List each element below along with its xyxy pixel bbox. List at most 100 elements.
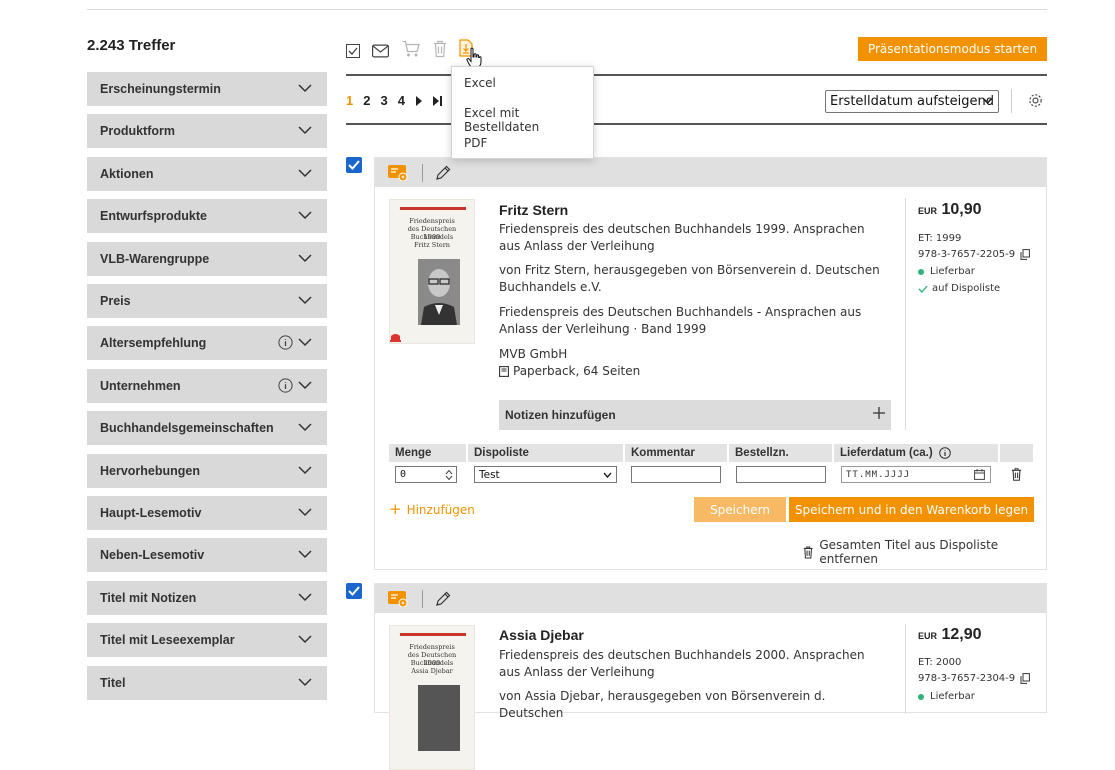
delivery-date-input[interactable]: TT.MM.JJJJ [841, 466, 991, 483]
product-card: Friedenspreis des Deutschen Buchhandels … [374, 157, 1047, 570]
copy-icon[interactable] [1020, 673, 1031, 684]
facet-label: Buchhandelsgemeinschaften [100, 421, 274, 435]
book-cover[interactable]: Friedenspreis des Deutschen Buchhandels … [389, 625, 475, 770]
info-icon[interactable] [938, 447, 951, 459]
presentation-mode-button[interactable]: Präsentationsmodus starten [858, 37, 1047, 61]
chevron-down-icon [983, 98, 992, 105]
facet-aktionen[interactable]: Aktionen [87, 157, 327, 191]
facet-altersempfehlung[interactable]: Altersempfehlung [87, 326, 327, 360]
info-icon[interactable] [278, 378, 293, 393]
chevron-down-icon [298, 211, 312, 220]
chevron-down-icon [298, 466, 312, 475]
sort-select[interactable]: Erstelldatum aufsteigend [825, 90, 999, 113]
comment-input[interactable] [631, 466, 721, 483]
facet-titel-mit-leseexemplar[interactable]: Titel mit Leseexemplar [87, 623, 327, 657]
top-divider [87, 9, 1047, 10]
product-isbn: 978-3-7657-2304-9 [918, 673, 1031, 684]
trash-icon [803, 545, 813, 559]
results-count: 2.243 Treffer [87, 37, 176, 54]
dispo-badge-icon[interactable] [388, 591, 408, 607]
order-header-dispoliste: Dispoliste [468, 444, 623, 462]
chevron-down-icon [298, 423, 312, 432]
pagination: 1 2 3 4 [346, 93, 443, 108]
product-author[interactable]: Assia Djebar [499, 627, 584, 643]
price-divider [905, 624, 906, 714]
order-header-actions [1000, 444, 1033, 462]
chevron-down-icon [298, 381, 312, 390]
page-1[interactable]: 1 [346, 93, 353, 108]
next-page-icon[interactable] [415, 95, 423, 106]
save-button[interactable]: Speichern [694, 497, 786, 522]
product-contributors: von Fritz Stern, herausgegeben von Börse… [499, 263, 880, 294]
facet-neben-lesemotiv[interactable]: Neben-Lesemotiv [87, 538, 327, 572]
chevron-down-icon [298, 84, 312, 93]
dispo-status-text: auf Dispoliste [932, 283, 1001, 294]
cover-line: Assia Djebar [411, 667, 453, 675]
facet-haupt-lesemotiv[interactable]: Haupt-Lesemotiv [87, 496, 327, 530]
facet-erscheinungstermin[interactable]: Erscheinungstermin [87, 72, 327, 106]
chevron-down-icon [298, 508, 312, 517]
chevron-down-icon [298, 678, 312, 687]
checkbox-icon[interactable] [346, 42, 360, 60]
add-order-line-link[interactable]: + Hinzufügen [389, 500, 475, 518]
dispo-badge-icon[interactable] [388, 165, 408, 181]
trash-icon[interactable] [433, 40, 447, 58]
facet-produktform[interactable]: Produktform [87, 114, 327, 148]
facet-buchhandelsgemeinschaften[interactable]: Buchhandelsgemeinschaften [87, 411, 327, 445]
calendar-icon[interactable] [974, 469, 985, 480]
export-excel-order-data[interactable]: Excel mit Bestelldaten [464, 106, 593, 134]
plus-icon [873, 407, 885, 419]
facet-unternehmen[interactable]: Unternehmen [87, 369, 327, 403]
cover-line: 1999 [423, 233, 441, 241]
dispoliste-select[interactable]: Test [474, 466, 617, 483]
pencil-icon[interactable] [435, 165, 451, 181]
availability-text: Lieferbar [930, 691, 975, 702]
dispo-status: auf Dispoliste [918, 283, 1000, 294]
page-3[interactable]: 3 [380, 93, 387, 108]
last-page-icon[interactable] [432, 95, 443, 106]
save-and-add-to-cart-button[interactable]: Speichern und in den Warenkorb legen [789, 497, 1034, 522]
facet-titel[interactable]: Titel [87, 666, 327, 700]
date-placeholder: TT.MM.JJJJ [846, 469, 911, 480]
facet-vlb-warengruppe[interactable]: VLB-Warengruppe [87, 242, 327, 276]
product-title[interactable]: Friedenspreis des deutschen Buchhandels … [499, 647, 889, 681]
pencil-icon[interactable] [435, 591, 451, 607]
delivery-date-label: Lieferdatum (ca.) [840, 447, 933, 459]
facet-label: Hervorhebungen [100, 464, 201, 478]
product-format: Paperback, 64 Seiten [499, 363, 889, 380]
facet-preis[interactable]: Preis [87, 284, 327, 318]
page-2[interactable]: 2 [363, 93, 370, 108]
remove-from-dispoliste-link[interactable]: Gesamten Titel aus Dispoliste entfernen [803, 538, 1046, 566]
add-notes-bar[interactable]: Notizen hinzufügen [499, 400, 891, 430]
page-4[interactable]: 4 [398, 93, 405, 108]
format-text: Paperback, 64 Seiten [513, 364, 641, 378]
cart-icon[interactable] [402, 40, 420, 58]
export-dropdown: Excel Excel mit Bestelldaten PDF [451, 66, 594, 159]
order-header-quantity: Menge [389, 444, 466, 462]
facet-titel-mit-notizen[interactable]: Titel mit Notizen [87, 581, 327, 615]
availability-status: Lieferbar [918, 691, 975, 702]
facet-label: Entwurfsprodukte [100, 209, 207, 223]
export-pdf[interactable]: PDF [464, 136, 487, 150]
product-select-checkbox[interactable] [346, 157, 362, 173]
product-title[interactable]: Friedenspreis des deutschen Buchhandels … [499, 221, 889, 255]
copy-icon[interactable] [1020, 249, 1031, 260]
product-author[interactable]: Fritz Stern [499, 202, 568, 218]
availability-text: Lieferbar [930, 266, 975, 277]
quantity-stepper[interactable]: 0 [395, 466, 457, 483]
order-sign-input[interactable] [736, 466, 826, 483]
gear-icon[interactable] [1027, 92, 1044, 109]
trash-icon[interactable] [1011, 468, 1022, 481]
product-select-checkbox[interactable] [346, 583, 362, 599]
mail-icon[interactable] [372, 42, 389, 60]
export-excel[interactable]: Excel [464, 76, 496, 90]
facet-label: Titel mit Notizen [100, 591, 197, 605]
cover-line: 2000 [423, 659, 441, 667]
cover-line: Fritz Stern [413, 241, 450, 249]
stepper-arrows-icon[interactable] [445, 469, 453, 481]
book-cover[interactable]: Friedenspreis des Deutschen Buchhandels … [389, 199, 475, 344]
facet-hervorhebungen[interactable]: Hervorhebungen [87, 454, 327, 488]
info-icon[interactable] [278, 335, 293, 350]
facet-entwurfsprodukte[interactable]: Entwurfsprodukte [87, 199, 327, 233]
product-et: ET: 2000 [918, 657, 962, 668]
